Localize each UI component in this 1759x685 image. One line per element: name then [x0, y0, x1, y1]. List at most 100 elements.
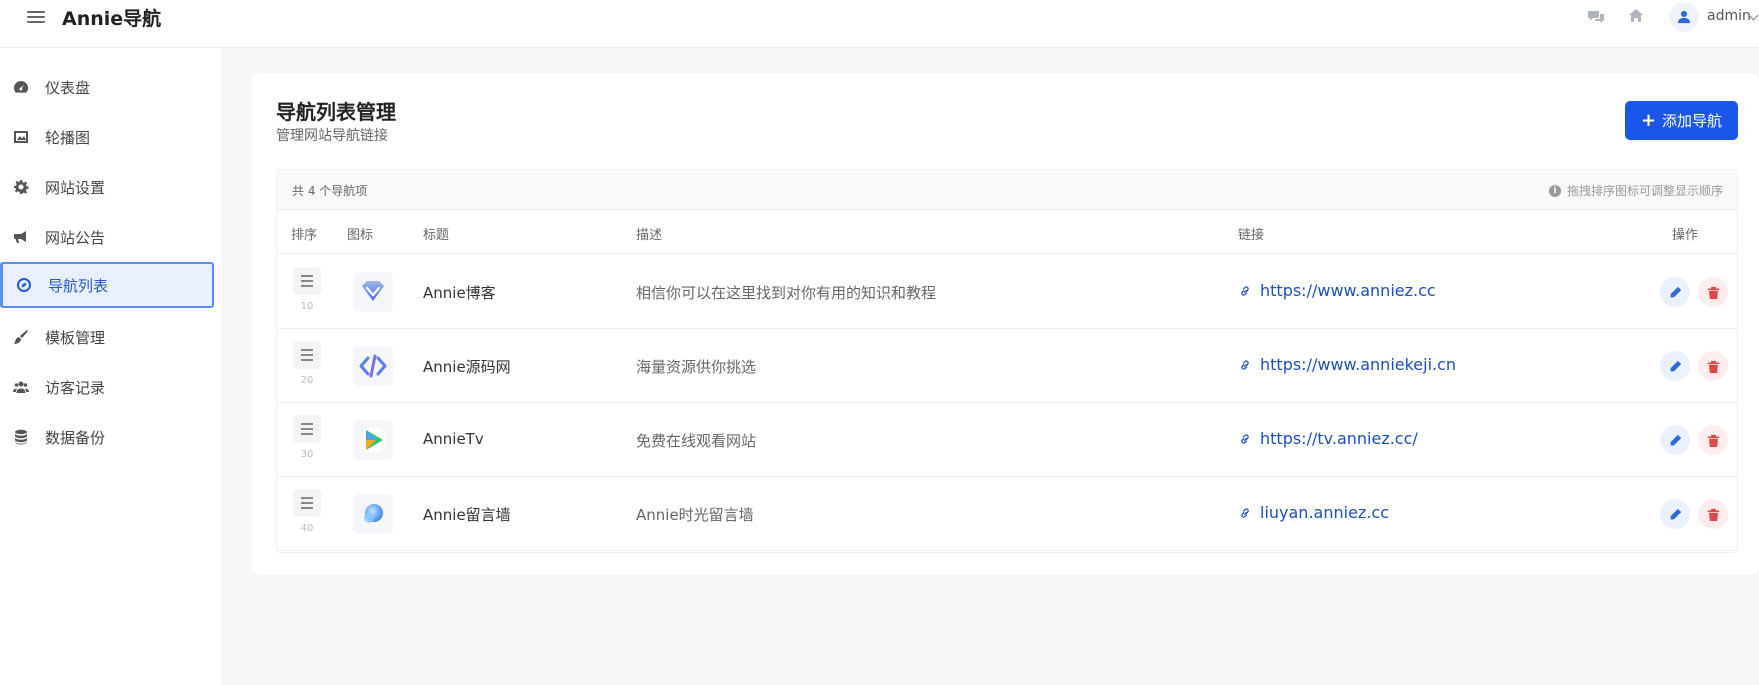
add-nav-button-label: 添加导航 — [1662, 112, 1723, 130]
trash-icon — [1707, 508, 1719, 521]
code-icon — [353, 346, 393, 386]
link-icon — [1241, 507, 1249, 518]
drag-hint-text: 拖拽排序图标可调整显示顺序 — [1566, 184, 1723, 198]
drag-handle-icon[interactable] — [293, 489, 321, 517]
chat-icon[interactable] — [1588, 8, 1608, 28]
sidebar-item-site-settings[interactable]: 网站设置 — [0, 164, 214, 210]
link-icon — [1241, 285, 1249, 296]
row-title: Annie博客 — [423, 284, 496, 302]
user-icon — [1677, 10, 1691, 24]
sidebar-item-visitors[interactable]: 访客记录 — [0, 364, 214, 410]
row-description: 相信你可以在这里找到对你有用的知识和教程 — [636, 284, 937, 302]
user-avatar[interactable] — [1669, 2, 1699, 32]
top-header: Annie导航 admin — [0, 0, 1759, 48]
row-link[interactable]: liuyan.anniez.cc — [1238, 503, 1389, 522]
sidebar-item-label: 轮播图 — [45, 128, 91, 147]
trash-icon — [1707, 434, 1719, 447]
order-value: 20 — [300, 375, 314, 386]
home-icon[interactable] — [1628, 8, 1648, 28]
sidebar-item-label: 仪表盘 — [45, 78, 91, 97]
drag-handle-icon[interactable] — [293, 341, 321, 369]
user-name[interactable]: admin — [1707, 8, 1751, 24]
link-icon — [1241, 433, 1249, 444]
drag-handle-icon[interactable] — [293, 415, 321, 443]
page-title: 导航列表管理 — [276, 100, 396, 124]
table-row: 10 Annie博客 相信你可以在这里找到对你有用的知识和教程 https://… — [277, 255, 1737, 329]
menu-icon[interactable] — [27, 9, 45, 25]
drag-hint: i 拖拽排序图标可调整显示顺序 — [1548, 182, 1723, 199]
edit-button[interactable] — [1660, 425, 1690, 455]
sidebar: 仪表盘 轮播图 网站设置 网站公告 导航列表 模板管理 访客记录 数据备份 — [0, 48, 221, 685]
users-icon — [12, 378, 30, 396]
delete-button[interactable] — [1698, 277, 1728, 307]
table-row: 40 Annie留言墙 Annie时光留言墙 liuyan.anniez.cc — [277, 477, 1737, 551]
row-link[interactable]: https://www.anniez.cc — [1238, 281, 1436, 300]
column-header-description: 描述 — [636, 228, 663, 243]
row-link-text: https://tv.anniez.cc/ — [1260, 429, 1418, 448]
brush-icon — [12, 328, 30, 346]
column-header-link: 链接 — [1238, 228, 1265, 243]
database-icon — [12, 428, 30, 446]
trash-icon — [1707, 286, 1719, 299]
row-link[interactable]: https://tv.anniez.cc/ — [1238, 429, 1418, 448]
row-link[interactable]: https://www.anniekeji.cn — [1238, 355, 1456, 374]
table-row: 30 AnnieTv 免费在线观看网站 https://tv.anniez.cc… — [277, 403, 1737, 477]
image-icon — [12, 128, 30, 146]
row-description: Annie时光留言墙 — [636, 506, 754, 524]
table-header: 排序 图标 标题 描述 链接 操作 — [277, 210, 1737, 254]
row-description: 免费在线观看网站 — [636, 432, 757, 450]
table-info-bar: 共 4 个导航项 i 拖拽排序图标可调整显示顺序 — [277, 170, 1737, 210]
sidebar-item-label: 访客记录 — [45, 378, 106, 397]
delete-button[interactable] — [1698, 499, 1728, 529]
nav-table: 共 4 个导航项 i 拖拽排序图标可调整显示顺序 排序 图标 标题 描述 链接 … — [276, 169, 1738, 553]
sidebar-item-label: 导航列表 — [48, 276, 109, 295]
trash-icon — [1707, 360, 1719, 373]
sidebar-item-templates[interactable]: 模板管理 — [0, 314, 214, 360]
sidebar-item-announcement[interactable]: 网站公告 — [0, 214, 214, 260]
column-header-title: 标题 — [423, 228, 450, 243]
megaphone-icon — [12, 228, 30, 246]
content-card: 导航列表管理 管理网站导航链接 + 添加导航 共 4 个导航项 i 拖拽排序图标… — [252, 73, 1759, 575]
item-count: 共 4 个导航项 — [292, 184, 368, 198]
sidebar-item-label: 网站设置 — [45, 178, 106, 197]
edit-button[interactable] — [1660, 351, 1690, 381]
edit-button[interactable] — [1660, 277, 1690, 307]
link-icon — [1241, 359, 1249, 370]
bubble-icon — [353, 494, 393, 534]
row-link-text: https://www.anniekeji.cn — [1260, 355, 1457, 374]
column-header-actions: 操作 — [1672, 228, 1699, 243]
row-title: Annie留言墙 — [423, 506, 511, 524]
compass-icon — [15, 276, 33, 294]
plus-icon: + — [1640, 110, 1657, 131]
info-icon: i — [1548, 184, 1561, 197]
order-value: 10 — [300, 301, 314, 312]
column-header-order: 排序 — [291, 228, 318, 243]
pencil-icon — [1670, 434, 1681, 445]
delete-button[interactable] — [1698, 425, 1728, 455]
row-description: 海量资源供你挑选 — [636, 358, 757, 376]
pencil-icon — [1670, 286, 1681, 297]
row-link-text: liuyan.anniez.cc — [1260, 503, 1389, 522]
sidebar-item-label: 网站公告 — [45, 228, 106, 247]
sidebar-item-carousel[interactable]: 轮播图 — [0, 114, 214, 160]
sidebar-item-label: 模板管理 — [45, 328, 106, 347]
delete-button[interactable] — [1698, 351, 1728, 381]
column-header-icon: 图标 — [347, 228, 374, 243]
row-title: AnnieTv — [423, 430, 484, 448]
dashboard-icon — [12, 78, 30, 96]
play-icon — [353, 420, 393, 460]
edit-button[interactable] — [1660, 499, 1690, 529]
row-link-text: https://www.anniez.cc — [1260, 281, 1436, 300]
sidebar-item-backup[interactable]: 数据备份 — [0, 414, 214, 460]
table-row: 20 Annie源码网 海量资源供你挑选 https://www.annieke… — [277, 329, 1737, 403]
page-subtitle: 管理网站导航链接 — [276, 128, 388, 144]
pencil-icon — [1670, 360, 1681, 371]
order-value: 40 — [300, 523, 314, 534]
sidebar-item-nav-list[interactable]: 导航列表 — [0, 262, 214, 308]
add-nav-button[interactable]: + 添加导航 — [1625, 101, 1738, 140]
sidebar-item-dashboard[interactable]: 仪表盘 — [0, 64, 214, 110]
brand-title: Annie导航 — [62, 8, 162, 30]
row-title: Annie源码网 — [423, 358, 511, 376]
diamond-icon — [353, 272, 393, 312]
drag-handle-icon[interactable] — [293, 267, 321, 295]
